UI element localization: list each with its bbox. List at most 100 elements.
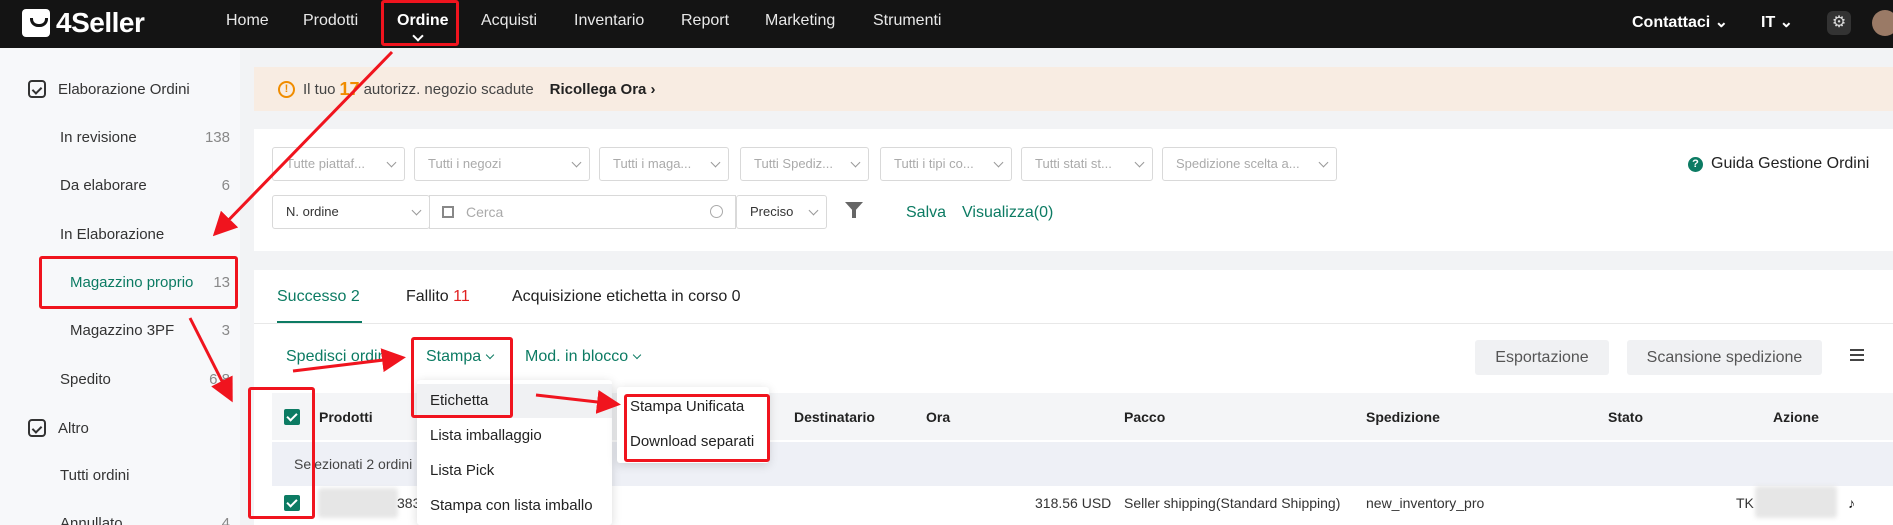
annotation-box-stampa — [411, 337, 513, 418]
col-stato: Stato — [1608, 409, 1643, 425]
expired-authorization-banner: ! Il tuo 17 autorizz. negozio scadute Ri… — [254, 67, 1893, 111]
select-value: Tutti i maga... — [613, 156, 692, 171]
sidebar-item-tutti-ordini[interactable]: Tutti ordini — [60, 467, 230, 484]
top-nav-bar: 4Seller Home Prodotti Ordine Acquisti In… — [0, 0, 1893, 48]
sidebar-item-in-elaborazione[interactable]: In Elaborazione — [60, 226, 230, 243]
status-detail-blurred — [1755, 486, 1837, 518]
menu-item-lista-pick[interactable]: Lista Pick — [430, 462, 494, 479]
chevron-down-icon — [411, 205, 422, 216]
export-button[interactable]: Esportazione — [1475, 340, 1609, 375]
scan-shipping-button[interactable]: Scansione spedizione — [1627, 340, 1822, 375]
sidebar-item-magazzino-3pf[interactable]: Magazzino 3PF 3 — [70, 322, 230, 339]
annotation-box-checkboxes — [248, 387, 315, 519]
chevron-down-icon — [710, 157, 721, 168]
column-settings-icon[interactable] — [1850, 349, 1864, 361]
active-tab-indicator — [277, 321, 362, 323]
bulk-edit-button[interactable]: Mod. in blocco — [525, 348, 642, 366]
sidebar-item-spedito[interactable]: Spedito 6.8 — [60, 371, 230, 388]
annotation-box-ordine — [381, 0, 459, 46]
col-spedizione: Spedizione — [1366, 409, 1440, 425]
nav-strumenti[interactable]: Strumenti — [873, 12, 941, 30]
chevron-down-icon — [1134, 157, 1145, 168]
sidebar-item-label: Tutti ordini — [60, 467, 130, 484]
sidebar-item-label: In revisione — [60, 129, 137, 146]
search-input[interactable]: Cerca — [429, 195, 736, 229]
menu-item-stampa-con-lista[interactable]: Stampa con lista imballo — [430, 497, 593, 514]
warning-icon: ! — [278, 80, 295, 98]
sidebar-item-in-revisione[interactable]: In revisione 138 — [60, 129, 230, 146]
sidebar-item-label: Spedito — [60, 371, 111, 388]
sidebar-group-altro[interactable]: Altro — [28, 419, 89, 437]
order-amount: 318.56 USD — [1035, 495, 1112, 511]
relink-now-link[interactable]: Ricollega Ora › — [550, 81, 656, 98]
select-value: N. ordine — [286, 204, 339, 219]
nav-acquisti[interactable]: Acquisti — [481, 12, 537, 30]
sidebar-item-annullato[interactable]: Annullato 4 — [60, 515, 230, 525]
filter-icon[interactable] — [845, 202, 863, 218]
tab-label: Fallito — [406, 288, 449, 305]
sidebar-item-count: 6.8 — [209, 371, 230, 388]
type-select[interactable]: Tutti i tipi co... — [880, 147, 1012, 181]
shopping-bag-icon — [22, 9, 50, 37]
select-value: Preciso — [750, 204, 794, 219]
sidebar-group-label: Elaborazione Ordini — [58, 80, 190, 98]
nav-marketing[interactable]: Marketing — [765, 12, 835, 30]
select-value: Tutte piattaf... — [286, 156, 366, 171]
language-menu[interactable]: IT ⌄ — [1761, 12, 1793, 32]
select-value: Tutti i negozi — [428, 156, 502, 171]
chevron-down-icon — [632, 350, 642, 360]
save-filter-link[interactable]: Salva — [906, 204, 946, 222]
clipboard-check-icon — [28, 419, 46, 437]
annotation-box-magazzino — [39, 256, 238, 309]
nav-prodotti[interactable]: Prodotti — [303, 12, 358, 30]
shipping-select[interactable]: Tutti Spediz... — [740, 147, 869, 181]
sidebar-item-count: 3 — [221, 322, 230, 339]
warehouse-select[interactable]: Tutti i maga... — [599, 147, 729, 181]
ship-order-button[interactable]: Spedisci ordine — [286, 348, 395, 366]
platform-select[interactable]: Tutte piattaf... — [272, 147, 405, 181]
chevron-down-icon — [386, 157, 397, 168]
nav-home[interactable]: Home — [226, 12, 269, 30]
select-value: Tutti stati st... — [1035, 156, 1112, 171]
sidebar-item-da-elaborare[interactable]: Da elaborare 6 — [60, 177, 230, 194]
menu-item-lista-imballaggio[interactable]: Lista imballaggio — [430, 427, 542, 444]
match-mode-select[interactable]: Preciso — [736, 195, 827, 229]
avatar[interactable] — [1872, 10, 1893, 36]
order-guide-link[interactable]: ? Guida Gestione Ordini — [1688, 155, 1869, 173]
tab-count: 11 — [453, 288, 470, 305]
chevron-down-icon — [808, 205, 819, 216]
grid-icon — [442, 206, 454, 218]
search-field-select[interactable]: N. ordine — [272, 195, 430, 229]
order-status: TK — [1736, 495, 1754, 511]
view-saved-link[interactable]: Visualizza(0) — [962, 204, 1053, 222]
tab-successo[interactable]: Successo 2 — [277, 288, 360, 306]
col-destinatario: Destinatario — [794, 409, 875, 425]
nav-inventario[interactable]: Inventario — [574, 12, 644, 30]
annotation-box-submenu — [624, 394, 770, 462]
sidebar-group-elaborazione[interactable]: Elaborazione Ordini — [28, 80, 190, 98]
gear-icon[interactable]: ⚙ — [1827, 11, 1851, 35]
status-select[interactable]: Tutti stati st... — [1021, 147, 1153, 181]
sidebar-item-label: Annullato — [60, 515, 123, 525]
contact-label: Contattaci — [1632, 14, 1711, 31]
relink-label: Ricollega Ora — [549, 80, 647, 98]
chevron-down-icon — [571, 157, 582, 168]
sidebar-item-label: Magazzino 3PF — [70, 322, 175, 339]
app-logo[interactable]: 4Seller — [22, 7, 145, 39]
package-type: Seller shipping(Standard Shipping) — [1124, 495, 1341, 511]
chosen-shipping-select[interactable]: Spedizione scelta a... — [1162, 147, 1337, 181]
chevron-down-icon — [993, 157, 1004, 168]
store-select[interactable]: Tutti i negozi — [414, 147, 590, 181]
search-icon[interactable] — [710, 205, 723, 218]
logo-text: 4Seller — [56, 7, 145, 38]
bulk-label: Mod. in blocco — [525, 348, 629, 365]
sidebar-item-count: 6 — [221, 177, 230, 194]
tab-divider — [254, 323, 1893, 324]
contact-menu[interactable]: Contattaci ⌄ — [1632, 12, 1728, 32]
select-value: Tutti Spediz... — [754, 156, 833, 171]
sidebar-item-count: 138 — [204, 129, 230, 146]
tab-acquisizione[interactable]: Acquisizione etichetta in corso 0 — [512, 288, 741, 306]
banner-count: 17 — [339, 78, 360, 99]
tab-fallito[interactable]: Fallito 11 — [406, 288, 470, 306]
nav-report[interactable]: Report — [681, 12, 729, 30]
